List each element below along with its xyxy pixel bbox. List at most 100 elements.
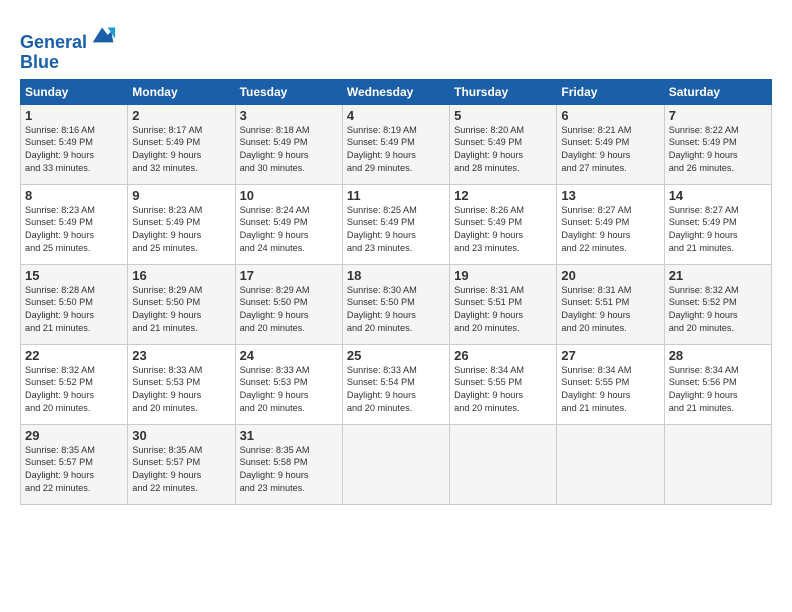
- calendar-cell: 9 Sunrise: 8:23 AM Sunset: 5:49 PM Dayli…: [128, 184, 235, 264]
- weekday-header: Tuesday: [235, 79, 342, 104]
- day-info: Sunrise: 8:34 AM Sunset: 5:55 PM Dayligh…: [454, 364, 552, 416]
- day-number: 30: [132, 428, 230, 443]
- day-info: Sunrise: 8:31 AM Sunset: 5:51 PM Dayligh…: [454, 284, 552, 336]
- day-info: Sunrise: 8:34 AM Sunset: 5:55 PM Dayligh…: [561, 364, 659, 416]
- calendar-week-row: 29 Sunrise: 8:35 AM Sunset: 5:57 PM Dayl…: [21, 424, 772, 504]
- calendar-cell: 7 Sunrise: 8:22 AM Sunset: 5:49 PM Dayli…: [664, 104, 771, 184]
- day-info: Sunrise: 8:20 AM Sunset: 5:49 PM Dayligh…: [454, 124, 552, 176]
- day-number: 25: [347, 348, 445, 363]
- day-info: Sunrise: 8:23 AM Sunset: 5:49 PM Dayligh…: [25, 204, 123, 256]
- day-number: 24: [240, 348, 338, 363]
- calendar-cell: 12 Sunrise: 8:26 AM Sunset: 5:49 PM Dayl…: [450, 184, 557, 264]
- logo-general: General: [20, 32, 87, 52]
- calendar-cell: 24 Sunrise: 8:33 AM Sunset: 5:53 PM Dayl…: [235, 344, 342, 424]
- weekday-header: Saturday: [664, 79, 771, 104]
- calendar-cell: 10 Sunrise: 8:24 AM Sunset: 5:49 PM Dayl…: [235, 184, 342, 264]
- day-number: 16: [132, 268, 230, 283]
- weekday-header: Monday: [128, 79, 235, 104]
- calendar-week-row: 15 Sunrise: 8:28 AM Sunset: 5:50 PM Dayl…: [21, 264, 772, 344]
- calendar-cell: [664, 424, 771, 504]
- calendar-cell: 15 Sunrise: 8:28 AM Sunset: 5:50 PM Dayl…: [21, 264, 128, 344]
- day-number: 3: [240, 108, 338, 123]
- calendar-header-row: SundayMondayTuesdayWednesdayThursdayFrid…: [21, 79, 772, 104]
- logo: General Blue: [20, 20, 117, 73]
- calendar-cell: 14 Sunrise: 8:27 AM Sunset: 5:49 PM Dayl…: [664, 184, 771, 264]
- logo-icon: [89, 20, 117, 48]
- calendar-cell: 13 Sunrise: 8:27 AM Sunset: 5:49 PM Dayl…: [557, 184, 664, 264]
- calendar-week-row: 8 Sunrise: 8:23 AM Sunset: 5:49 PM Dayli…: [21, 184, 772, 264]
- calendar-cell: 30 Sunrise: 8:35 AM Sunset: 5:57 PM Dayl…: [128, 424, 235, 504]
- day-info: Sunrise: 8:30 AM Sunset: 5:50 PM Dayligh…: [347, 284, 445, 336]
- day-info: Sunrise: 8:31 AM Sunset: 5:51 PM Dayligh…: [561, 284, 659, 336]
- calendar-cell: 17 Sunrise: 8:29 AM Sunset: 5:50 PM Dayl…: [235, 264, 342, 344]
- calendar-week-row: 22 Sunrise: 8:32 AM Sunset: 5:52 PM Dayl…: [21, 344, 772, 424]
- calendar-cell: [557, 424, 664, 504]
- calendar-cell: 16 Sunrise: 8:29 AM Sunset: 5:50 PM Dayl…: [128, 264, 235, 344]
- calendar-week-row: 1 Sunrise: 8:16 AM Sunset: 5:49 PM Dayli…: [21, 104, 772, 184]
- day-info: Sunrise: 8:35 AM Sunset: 5:57 PM Dayligh…: [132, 444, 230, 496]
- day-number: 14: [669, 188, 767, 203]
- calendar-cell: 1 Sunrise: 8:16 AM Sunset: 5:49 PM Dayli…: [21, 104, 128, 184]
- day-number: 4: [347, 108, 445, 123]
- calendar-cell: 20 Sunrise: 8:31 AM Sunset: 5:51 PM Dayl…: [557, 264, 664, 344]
- day-info: Sunrise: 8:22 AM Sunset: 5:49 PM Dayligh…: [669, 124, 767, 176]
- calendar-cell: 4 Sunrise: 8:19 AM Sunset: 5:49 PM Dayli…: [342, 104, 449, 184]
- day-info: Sunrise: 8:33 AM Sunset: 5:54 PM Dayligh…: [347, 364, 445, 416]
- day-number: 20: [561, 268, 659, 283]
- day-info: Sunrise: 8:24 AM Sunset: 5:49 PM Dayligh…: [240, 204, 338, 256]
- day-info: Sunrise: 8:27 AM Sunset: 5:49 PM Dayligh…: [669, 204, 767, 256]
- day-number: 17: [240, 268, 338, 283]
- day-info: Sunrise: 8:23 AM Sunset: 5:49 PM Dayligh…: [132, 204, 230, 256]
- day-info: Sunrise: 8:26 AM Sunset: 5:49 PM Dayligh…: [454, 204, 552, 256]
- calendar-cell: 6 Sunrise: 8:21 AM Sunset: 5:49 PM Dayli…: [557, 104, 664, 184]
- day-info: Sunrise: 8:34 AM Sunset: 5:56 PM Dayligh…: [669, 364, 767, 416]
- day-number: 21: [669, 268, 767, 283]
- calendar-cell: 27 Sunrise: 8:34 AM Sunset: 5:55 PM Dayl…: [557, 344, 664, 424]
- day-number: 9: [132, 188, 230, 203]
- day-number: 11: [347, 188, 445, 203]
- day-info: Sunrise: 8:16 AM Sunset: 5:49 PM Dayligh…: [25, 124, 123, 176]
- day-number: 12: [454, 188, 552, 203]
- day-number: 26: [454, 348, 552, 363]
- logo-blue-text: Blue: [20, 52, 59, 72]
- calendar-cell: [450, 424, 557, 504]
- day-info: Sunrise: 8:28 AM Sunset: 5:50 PM Dayligh…: [25, 284, 123, 336]
- calendar-cell: 21 Sunrise: 8:32 AM Sunset: 5:52 PM Dayl…: [664, 264, 771, 344]
- calendar-cell: 28 Sunrise: 8:34 AM Sunset: 5:56 PM Dayl…: [664, 344, 771, 424]
- calendar-table: SundayMondayTuesdayWednesdayThursdayFrid…: [20, 79, 772, 505]
- header: General Blue: [20, 16, 772, 73]
- calendar-cell: 25 Sunrise: 8:33 AM Sunset: 5:54 PM Dayl…: [342, 344, 449, 424]
- day-number: 10: [240, 188, 338, 203]
- weekday-header: Friday: [557, 79, 664, 104]
- day-number: 15: [25, 268, 123, 283]
- day-number: 23: [132, 348, 230, 363]
- day-number: 13: [561, 188, 659, 203]
- day-number: 18: [347, 268, 445, 283]
- day-number: 29: [25, 428, 123, 443]
- calendar-cell: 5 Sunrise: 8:20 AM Sunset: 5:49 PM Dayli…: [450, 104, 557, 184]
- day-info: Sunrise: 8:18 AM Sunset: 5:49 PM Dayligh…: [240, 124, 338, 176]
- day-number: 31: [240, 428, 338, 443]
- logo-text: General: [20, 20, 117, 53]
- day-info: Sunrise: 8:19 AM Sunset: 5:49 PM Dayligh…: [347, 124, 445, 176]
- day-info: Sunrise: 8:29 AM Sunset: 5:50 PM Dayligh…: [132, 284, 230, 336]
- day-info: Sunrise: 8:25 AM Sunset: 5:49 PM Dayligh…: [347, 204, 445, 256]
- day-number: 8: [25, 188, 123, 203]
- day-info: Sunrise: 8:17 AM Sunset: 5:49 PM Dayligh…: [132, 124, 230, 176]
- calendar-cell: 2 Sunrise: 8:17 AM Sunset: 5:49 PM Dayli…: [128, 104, 235, 184]
- calendar-cell: 18 Sunrise: 8:30 AM Sunset: 5:50 PM Dayl…: [342, 264, 449, 344]
- calendar-cell: 19 Sunrise: 8:31 AM Sunset: 5:51 PM Dayl…: [450, 264, 557, 344]
- day-number: 19: [454, 268, 552, 283]
- day-info: Sunrise: 8:32 AM Sunset: 5:52 PM Dayligh…: [25, 364, 123, 416]
- day-info: Sunrise: 8:21 AM Sunset: 5:49 PM Dayligh…: [561, 124, 659, 176]
- day-info: Sunrise: 8:35 AM Sunset: 5:57 PM Dayligh…: [25, 444, 123, 496]
- day-info: Sunrise: 8:33 AM Sunset: 5:53 PM Dayligh…: [132, 364, 230, 416]
- weekday-header: Sunday: [21, 79, 128, 104]
- day-number: 28: [669, 348, 767, 363]
- weekday-header: Wednesday: [342, 79, 449, 104]
- day-info: Sunrise: 8:32 AM Sunset: 5:52 PM Dayligh…: [669, 284, 767, 336]
- day-number: 6: [561, 108, 659, 123]
- calendar-cell: 11 Sunrise: 8:25 AM Sunset: 5:49 PM Dayl…: [342, 184, 449, 264]
- day-number: 2: [132, 108, 230, 123]
- logo-blue: Blue: [20, 53, 117, 73]
